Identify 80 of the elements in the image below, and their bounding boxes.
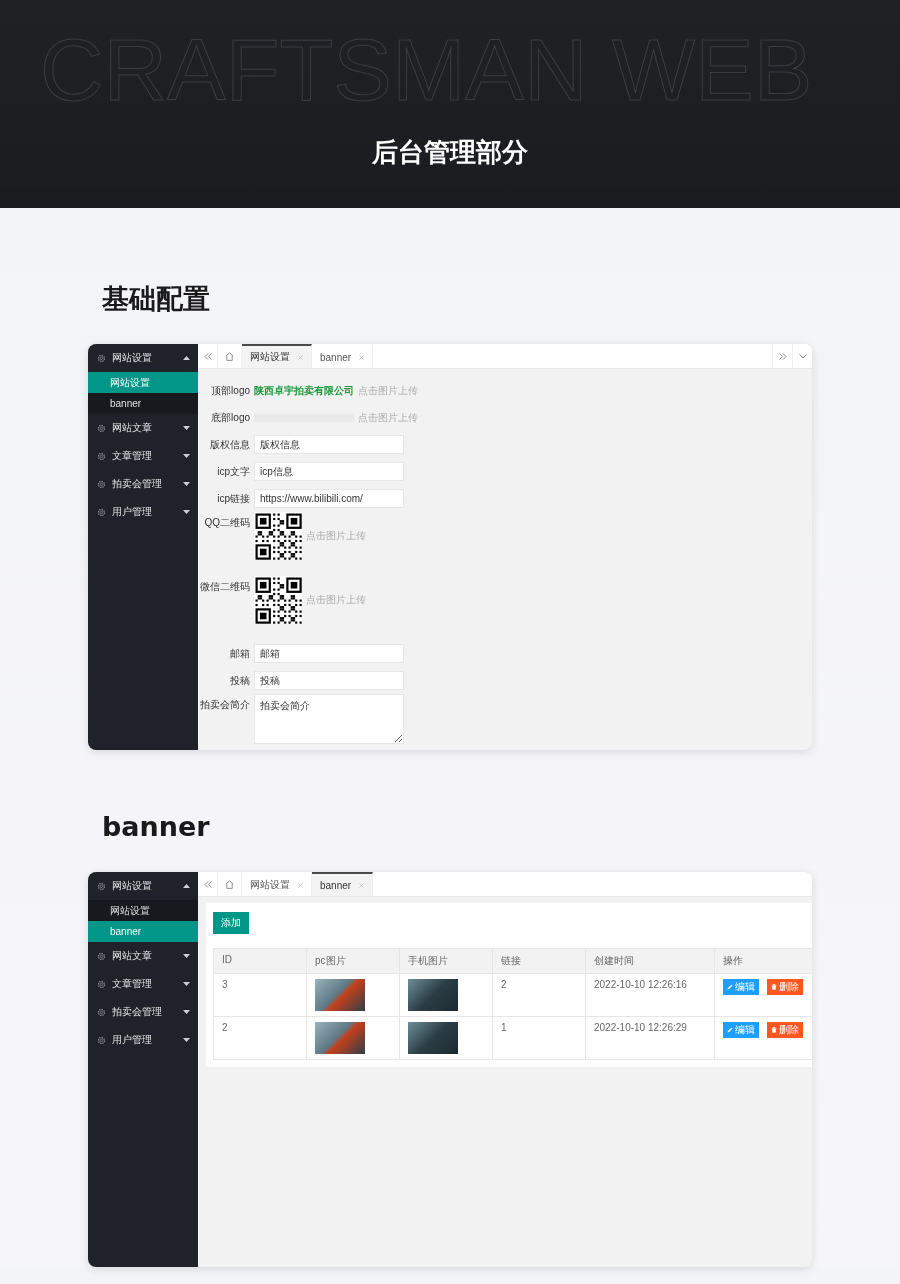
photo-placeholder	[315, 1022, 365, 1054]
field-label: icp链接	[216, 491, 250, 506]
field-label: 版权信息	[209, 437, 250, 452]
sidebar-menu-item[interactable]: 网站文章	[88, 942, 198, 970]
column-header: 链接	[492, 948, 586, 974]
add-button[interactable]: 添加	[213, 912, 249, 934]
sidebar-submenu-item[interactable]: banner	[88, 921, 198, 942]
table-cell: 2022-10-10 12:26:29	[585, 1016, 715, 1060]
tab[interactable]: 网站设置	[242, 344, 312, 368]
field-label: icp文字	[216, 464, 250, 479]
gear-icon	[97, 423, 106, 433]
tab[interactable]: banner	[312, 344, 374, 368]
table-cell: 2	[213, 1016, 307, 1060]
close-icon	[298, 354, 303, 360]
qr-code-drawing	[254, 576, 302, 624]
gear-icon	[97, 1007, 106, 1017]
trash-icon	[771, 1027, 777, 1033]
sidebar-menu-item[interactable]: 用户管理	[88, 1026, 198, 1054]
double-chevron-right-icon	[778, 352, 787, 360]
field-label: 顶部logo	[210, 383, 250, 398]
sidebar-menu-item[interactable]: 网站设置	[88, 344, 198, 372]
text-field[interactable]: https://www.bilibili.com/	[254, 489, 404, 508]
gear-icon	[97, 1035, 106, 1045]
text-field[interactable]: 邮箱	[254, 644, 404, 663]
photo-placeholder	[408, 979, 458, 1011]
pencil-icon	[727, 984, 733, 990]
double-chevron-left-icon	[203, 880, 212, 888]
table-cell: 2	[492, 973, 586, 1017]
sidebar-menu-item[interactable]: 文章管理	[88, 442, 198, 470]
qr-code-drawing	[254, 512, 302, 560]
double-chevron-left-icon	[203, 352, 212, 360]
sidebar-menu-item[interactable]: 拍卖会管理	[88, 998, 198, 1026]
column-header: ID	[213, 948, 307, 974]
photo-placeholder	[408, 1022, 458, 1054]
gear-icon	[97, 507, 106, 517]
tab-menu-button[interactable]	[792, 344, 812, 368]
field-label: 微信二维码	[199, 580, 250, 594]
section-heading: banner	[102, 811, 211, 843]
gear-icon	[97, 881, 106, 891]
sidebar-menu-item[interactable]: 网站设置	[88, 872, 198, 900]
table-cell: 1	[492, 1016, 586, 1060]
pencil-icon	[727, 1027, 733, 1033]
sidebar-menu-item[interactable]: 拍卖会管理	[88, 470, 198, 498]
column-header: 创建时间	[585, 948, 715, 974]
sidebar-menu-item[interactable]: 文章管理	[88, 970, 198, 998]
table-cell: 3	[213, 973, 307, 1017]
sidebar-submenu-item[interactable]: banner	[88, 393, 198, 414]
gear-icon	[97, 451, 106, 461]
home-icon	[225, 351, 234, 361]
gear-icon	[97, 951, 106, 961]
text-field[interactable]: 版权信息	[254, 435, 404, 454]
chevron-down-icon	[798, 353, 807, 359]
field-label: 邮箱	[229, 646, 250, 661]
field-label: QQ二维码	[203, 516, 250, 530]
gear-icon	[97, 979, 106, 989]
field-label: 拍卖会简介	[199, 698, 250, 712]
table-cell: 2022-10-10 12:26:16	[585, 973, 715, 1017]
text-field[interactable]: icp信息	[254, 462, 404, 481]
column-header: 操作	[714, 948, 812, 974]
sidebar-submenu-item[interactable]: 网站设置	[88, 900, 198, 921]
close-icon	[359, 354, 365, 360]
gear-icon	[97, 353, 106, 363]
sidebar-submenu-item[interactable]: 网站设置	[88, 372, 198, 393]
column-header: 手机图片	[399, 948, 493, 974]
trash-icon	[771, 984, 777, 990]
sidebar-menu-item[interactable]: 用户管理	[88, 498, 198, 526]
text-area[interactable]: 拍卖会简介	[254, 694, 404, 744]
column-header: pc图片	[306, 948, 400, 974]
section-heading: 基础配置	[102, 283, 211, 315]
page-title: 后台管理部分	[372, 135, 528, 169]
close-icon	[359, 882, 365, 888]
close-icon	[298, 882, 303, 888]
home-icon	[225, 879, 234, 889]
photo-placeholder	[315, 979, 365, 1011]
field-label: 底部logo	[210, 410, 250, 425]
text-field[interactable]: 投稿	[254, 671, 404, 690]
tab[interactable]: banner	[312, 872, 374, 896]
gear-icon	[97, 479, 106, 489]
field-label: 投稿	[229, 673, 250, 688]
sidebar-menu-item[interactable]: 网站文章	[88, 414, 198, 442]
